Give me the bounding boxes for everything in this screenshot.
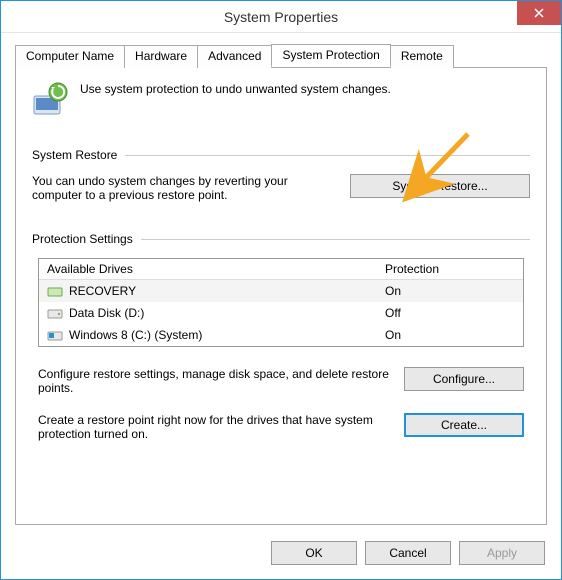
section-system-restore: System Restore — [32, 148, 530, 162]
drive-windows-icon — [47, 327, 63, 343]
drive-icon — [47, 283, 63, 299]
drive-name: Data Disk (D:) — [69, 306, 144, 320]
tab-panel: Use system protection to undo unwanted s… — [15, 67, 547, 525]
col-available-drives: Available Drives — [47, 262, 385, 276]
protection-settings-label: Protection Settings — [32, 232, 133, 246]
tabs: Computer Name Hardware Advanced System P… — [15, 43, 547, 66]
cancel-button[interactable]: Cancel — [365, 541, 451, 565]
drive-protection: Off — [385, 306, 515, 320]
configure-button[interactable]: Configure... — [404, 367, 524, 391]
tab-advanced[interactable]: Advanced — [197, 45, 272, 68]
titlebar: System Properties — [1, 1, 561, 33]
restore-row: You can undo system changes by reverting… — [32, 174, 530, 202]
drive-protection: On — [385, 284, 515, 298]
section-protection-settings: Protection Settings — [32, 232, 530, 246]
dialog-buttons: OK Cancel Apply — [1, 531, 561, 579]
drive-icon — [47, 305, 63, 321]
drive-name: RECOVERY — [69, 284, 136, 298]
drive-name: Windows 8 (C:) (System) — [69, 328, 202, 342]
system-restore-button[interactable]: System Restore... — [350, 174, 530, 198]
close-icon — [534, 8, 544, 18]
create-row: Create a restore point right now for the… — [38, 413, 524, 441]
tab-system-protection[interactable]: System Protection — [271, 44, 390, 67]
drive-protection: On — [385, 328, 515, 342]
table-row[interactable]: RECOVERY On — [39, 280, 523, 302]
divider — [125, 155, 530, 156]
ok-button[interactable]: OK — [271, 541, 357, 565]
col-protection: Protection — [385, 262, 515, 276]
apply-button[interactable]: Apply — [459, 541, 545, 565]
table-row[interactable]: Data Disk (D:) Off — [39, 302, 523, 324]
intro: Use system protection to undo unwanted s… — [32, 82, 530, 118]
create-description: Create a restore point right now for the… — [38, 413, 390, 441]
system-restore-label: System Restore — [32, 148, 117, 162]
configure-description: Configure restore settings, manage disk … — [38, 367, 390, 395]
intro-text: Use system protection to undo unwanted s… — [80, 82, 391, 96]
divider — [141, 239, 530, 240]
system-protection-icon — [32, 82, 68, 118]
tab-remote[interactable]: Remote — [390, 45, 454, 68]
window-title: System Properties — [224, 9, 338, 25]
drives-header: Available Drives Protection — [39, 259, 523, 280]
create-button[interactable]: Create... — [404, 413, 524, 437]
configure-row: Configure restore settings, manage disk … — [38, 367, 524, 395]
close-button[interactable] — [517, 1, 561, 25]
restore-description: You can undo system changes by reverting… — [32, 174, 330, 202]
content-area: Computer Name Hardware Advanced System P… — [1, 33, 561, 531]
tab-computer-name[interactable]: Computer Name — [15, 45, 125, 68]
tab-hardware[interactable]: Hardware — [124, 45, 198, 68]
table-row[interactable]: Windows 8 (C:) (System) On — [39, 324, 523, 346]
system-properties-window: System Properties Computer Name Hardware… — [0, 0, 562, 580]
drives-table: Available Drives Protection RECOVERY On … — [38, 258, 524, 347]
